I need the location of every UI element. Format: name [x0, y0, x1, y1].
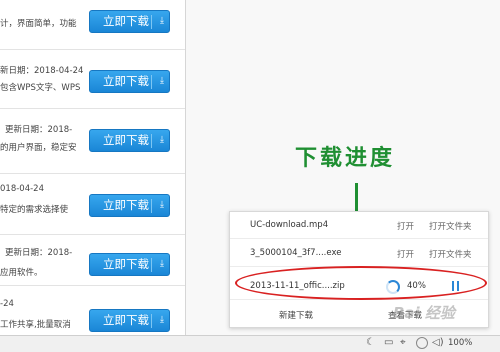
list-item: -24 工作共享,批量取消 立即下载 ⤓ [0, 286, 185, 335]
item-description: 应用软件。 [0, 268, 43, 278]
download-list: 计，界面简单，功能 立即下载 ⤓ 新日期：2018-04-24 包含WPS文字、W… [0, 0, 186, 335]
download-icon: ⤓ [160, 200, 164, 210]
button-label: 立即下载 [103, 198, 149, 212]
button-divider [151, 314, 152, 328]
item-date: 更新日期：2018- [5, 248, 73, 258]
window-icon[interactable]: ▭ [384, 337, 393, 348]
item-description: 包含WPS文字、WPS [0, 83, 81, 93]
item-date: 新日期：2018-04-24 [0, 66, 84, 76]
download-now-button[interactable]: 立即下载 ⤓ [89, 253, 170, 276]
zoom-level[interactable]: 100% [448, 338, 472, 348]
button-label: 立即下载 [103, 74, 149, 88]
file-name: UC-download.mp4 [250, 220, 329, 230]
button-divider [151, 134, 152, 148]
item-date: 018-04-24 [0, 184, 44, 194]
list-item: 计，界面简单，功能 立即下载 ⤓ [0, 0, 185, 50]
cursor-icon[interactable]: ⌖ [400, 337, 406, 348]
download-now-button[interactable]: 立即下载 ⤓ [89, 129, 170, 152]
scroll-indicator-icon[interactable] [416, 337, 428, 349]
button-label: 立即下载 [103, 257, 149, 271]
item-description: 工作共享,批量取消 [0, 320, 71, 330]
file-name: 3_5000104_3f7....exe [250, 248, 342, 258]
download-icon: ⤓ [160, 76, 164, 86]
list-item: 018-04-24 特定的需求选择使 立即下载 ⤓ [0, 174, 185, 235]
item-description: 的用户界面，稳定安 [0, 143, 77, 153]
download-icon: ⤓ [160, 135, 164, 145]
button-label: 立即下载 [103, 133, 149, 147]
download-now-button[interactable]: 立即下载 ⤓ [89, 194, 170, 217]
download-icon: ⤓ [160, 315, 164, 325]
download-now-button[interactable]: 立即下载 ⤓ [89, 309, 170, 332]
button-divider [151, 258, 152, 272]
open-link[interactable]: 打开 [397, 220, 414, 232]
button-divider [151, 75, 152, 89]
download-now-button[interactable]: 立即下载 ⤓ [89, 10, 170, 33]
list-item: 更新日期：2018- 应用软件。 立即下载 ⤓ [0, 235, 185, 286]
moon-icon[interactable]: ☾ [366, 337, 375, 348]
item-date: -24 [0, 299, 14, 309]
new-download-button[interactable]: 新建下载 [279, 309, 313, 321]
download-now-button[interactable]: 立即下载 ⤓ [89, 70, 170, 93]
list-item: 更新日期：2018- 的用户界面，稳定安 立即下载 ⤓ [0, 109, 185, 174]
list-item: 新日期：2018-04-24 包含WPS文字、WPS 立即下载 ⤓ [0, 50, 185, 109]
download-item[interactable]: UC-download.mp4 打开 打开文件夹 [230, 212, 488, 239]
download-icon: ⤓ [160, 16, 164, 26]
item-date: 更新日期：2018- [5, 125, 73, 135]
download-item[interactable]: 3_5000104_3f7....exe 打开 打开文件夹 [230, 240, 488, 267]
annotation-label: 下载进度 [295, 145, 396, 171]
highlight-ellipse [235, 266, 487, 300]
open-folder-link[interactable]: 打开文件夹 [429, 248, 472, 260]
download-icon: ⤓ [160, 259, 164, 269]
watermark-logo: Bai 经验 [393, 304, 455, 322]
button-divider [151, 199, 152, 213]
button-label: 立即下载 [103, 14, 149, 28]
item-description: 计，界面简单，功能 [0, 19, 77, 29]
button-label: 立即下载 [103, 313, 149, 327]
button-divider [151, 15, 152, 29]
open-link[interactable]: 打开 [397, 248, 414, 260]
volume-icon[interactable]: ◁) [432, 337, 444, 348]
open-folder-link[interactable]: 打开文件夹 [429, 220, 472, 232]
item-description: 特定的需求选择使 [0, 205, 69, 215]
